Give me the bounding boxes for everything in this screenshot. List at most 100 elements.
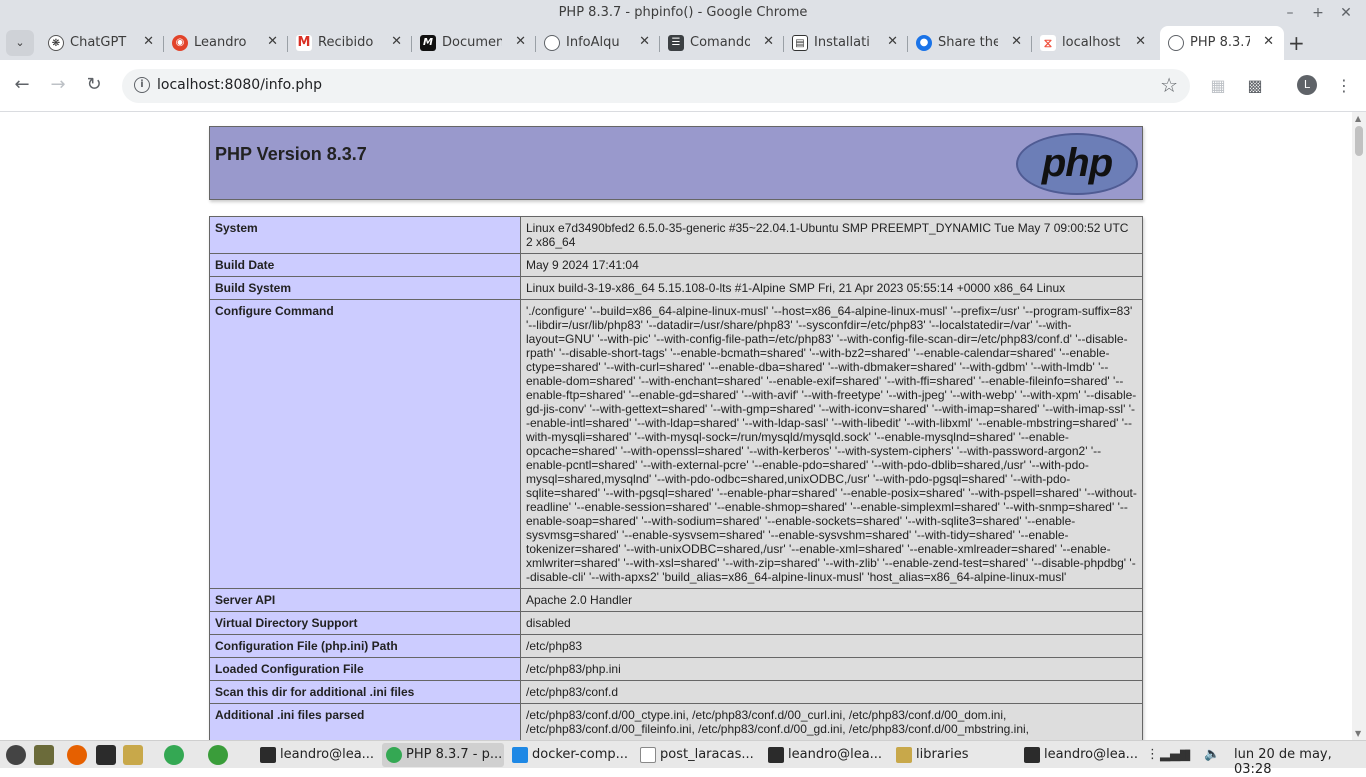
- tab-search-button[interactable]: ⌄: [6, 30, 34, 56]
- battery-icon[interactable]: ▯: [1184, 747, 1191, 762]
- phpinfo-container: PHP Version 8.3.7 php System Linux e7d349…: [209, 126, 1143, 740]
- tab-phpinfo-active[interactable]: PHP 8.3.7 ✕: [1160, 26, 1284, 60]
- task-vscode[interactable]: docker-comp...: [508, 743, 632, 767]
- scrollbar-thumb[interactable]: [1355, 126, 1363, 156]
- task-chrome-phpinfo[interactable]: PHP 8.3.7 - p...: [382, 743, 504, 767]
- arrow-right-icon: →: [50, 74, 66, 95]
- terminal-icon: [1024, 747, 1040, 763]
- tab-leandro[interactable]: ◉ Leandro ✕: [164, 26, 288, 60]
- row-value: /etc/php83/conf.d/00_ctype.ini, /etc/php…: [520, 703, 1143, 740]
- globe-icon: [544, 35, 560, 51]
- row-key: System: [209, 216, 521, 254]
- reload-button[interactable]: ↻: [82, 74, 106, 95]
- scroll-up-icon[interactable]: ▲: [1355, 114, 1361, 123]
- tab-label: ChatGPT: [70, 35, 127, 50]
- tab-label: Documen: [442, 35, 502, 50]
- close-icon[interactable]: ✕: [515, 34, 526, 49]
- bookmark-star-icon[interactable]: ☆: [1160, 73, 1178, 97]
- profile-avatar[interactable]: L: [1297, 75, 1317, 95]
- row-value: May 9 2024 17:41:04: [520, 253, 1143, 277]
- folder-launcher-icon[interactable]: [123, 745, 143, 765]
- tab-installation[interactable]: ▤ Installati ✕: [784, 26, 908, 60]
- menu-kebab-icon[interactable]: ⋮: [1334, 76, 1354, 96]
- tab-share[interactable]: ● Share the ✕: [908, 26, 1032, 60]
- minimize-button[interactable]: –: [1279, 3, 1301, 23]
- task-label: leandro@lea...: [788, 747, 883, 762]
- php-logo[interactable]: php: [1016, 133, 1138, 195]
- clock[interactable]: lun 20 de may, 03:28: [1234, 747, 1366, 777]
- close-icon[interactable]: ✕: [887, 34, 898, 49]
- row-value: Linux build-3-19-x86_64 5.15.108-0-lts #…: [520, 276, 1143, 300]
- close-icon[interactable]: ✕: [1011, 34, 1022, 49]
- menu-launcher-icon[interactable]: [6, 745, 26, 765]
- reload-icon: ↻: [86, 74, 102, 95]
- terminal-launcher-icon[interactable]: [96, 745, 116, 765]
- task-label: leandro@lea...: [1044, 747, 1139, 762]
- task-label: post_laracas...: [660, 747, 754, 762]
- info-icon[interactable]: i: [134, 77, 150, 93]
- tray-more-icon[interactable]: ⋮: [1146, 747, 1159, 762]
- window-title: PHP 8.3.7 - phpinfo() - Google Chrome: [558, 5, 808, 20]
- url-text[interactable]: localhost:8080/info.php: [157, 77, 322, 93]
- globe-icon: [1168, 35, 1184, 51]
- task-libraries[interactable]: libraries: [892, 743, 1016, 767]
- edge-share-icon: ●: [916, 35, 932, 51]
- close-icon[interactable]: ✕: [639, 34, 650, 49]
- extensions-icon[interactable]: ▩: [1245, 76, 1265, 96]
- tab-documentation[interactable]: M Documen ✕: [412, 26, 536, 60]
- media-launcher-icon[interactable]: [208, 745, 228, 765]
- vertical-scrollbar[interactable]: ▲ ▼: [1352, 112, 1366, 740]
- tab-localhost[interactable]: ⧖ localhost ✕: [1032, 26, 1156, 60]
- maximize-button[interactable]: +: [1307, 3, 1329, 23]
- files-launcher-icon[interactable]: [34, 745, 54, 765]
- back-button[interactable]: ←: [10, 74, 34, 95]
- tab-chatgpt[interactable]: ❋ ChatGPT ✕: [40, 26, 164, 60]
- terminal-icon: [768, 747, 784, 763]
- laravel-icon: ⧖: [1040, 35, 1056, 51]
- row-key: Configure Command: [209, 299, 521, 589]
- table-row: Configuration File (php.ini) Path/etc/ph…: [209, 634, 1143, 658]
- tab-infoalquiler[interactable]: InfoAlqu ✕: [536, 26, 660, 60]
- tab-comandos[interactable]: ☰ Comando ✕: [660, 26, 784, 60]
- forward-button[interactable]: →: [46, 74, 70, 95]
- gmail-icon: M: [296, 35, 312, 51]
- terminal-icon: [260, 747, 276, 763]
- task-label: libraries: [916, 747, 969, 762]
- task-label: leandro@lea...: [280, 747, 375, 762]
- row-value: './configure' '--build=x86_64-alpine-lin…: [520, 299, 1143, 589]
- extension-puzzle-faded-icon[interactable]: ▦: [1208, 76, 1228, 96]
- chrome-launcher-icon[interactable]: [164, 745, 184, 765]
- row-key: Loaded Configuration File: [209, 657, 521, 681]
- phpinfo-header: PHP Version 8.3.7 php: [209, 126, 1143, 200]
- tab-label: Comando: [690, 35, 750, 50]
- table-row: Virtual Directory Support disabled: [209, 611, 1143, 635]
- row-key: Server API: [209, 588, 521, 612]
- close-window-button[interactable]: ✕: [1335, 3, 1357, 23]
- folder-icon: [896, 747, 912, 763]
- close-icon[interactable]: ✕: [267, 34, 278, 49]
- tab-gmail[interactable]: M Recibido ✕: [288, 26, 412, 60]
- address-bar[interactable]: i localhost:8080/info.php ☆: [122, 69, 1190, 103]
- tab-label: Leandro: [194, 35, 247, 50]
- volume-icon[interactable]: 🔈: [1204, 747, 1220, 762]
- close-icon[interactable]: ✕: [763, 34, 774, 49]
- close-icon[interactable]: ✕: [391, 34, 402, 49]
- row-key: Build Date: [209, 253, 521, 277]
- row-value: /etc/php83: [520, 634, 1143, 658]
- firefox-launcher-icon[interactable]: [67, 745, 87, 765]
- close-icon[interactable]: ✕: [1263, 34, 1274, 49]
- scroll-down-icon[interactable]: ▼: [1355, 729, 1361, 738]
- close-icon[interactable]: ✕: [143, 34, 154, 49]
- chatgpt-icon: ❋: [48, 35, 64, 51]
- task-terminal-3[interactable]: leandro@lea...: [1020, 743, 1142, 767]
- close-icon[interactable]: ✕: [1135, 34, 1146, 49]
- row-value: disabled: [520, 611, 1143, 635]
- arrow-left-icon: ←: [14, 74, 30, 95]
- task-editor[interactable]: post_laracas...: [636, 743, 760, 767]
- task-terminal-1[interactable]: leandro@lea...: [256, 743, 378, 767]
- chevron-down-icon: ⌄: [15, 36, 25, 49]
- row-key: Virtual Directory Support: [209, 611, 521, 635]
- row-value: Apache 2.0 Handler: [520, 588, 1143, 612]
- task-terminal-2[interactable]: leandro@lea...: [764, 743, 888, 767]
- new-tab-button[interactable]: +: [1288, 31, 1305, 55]
